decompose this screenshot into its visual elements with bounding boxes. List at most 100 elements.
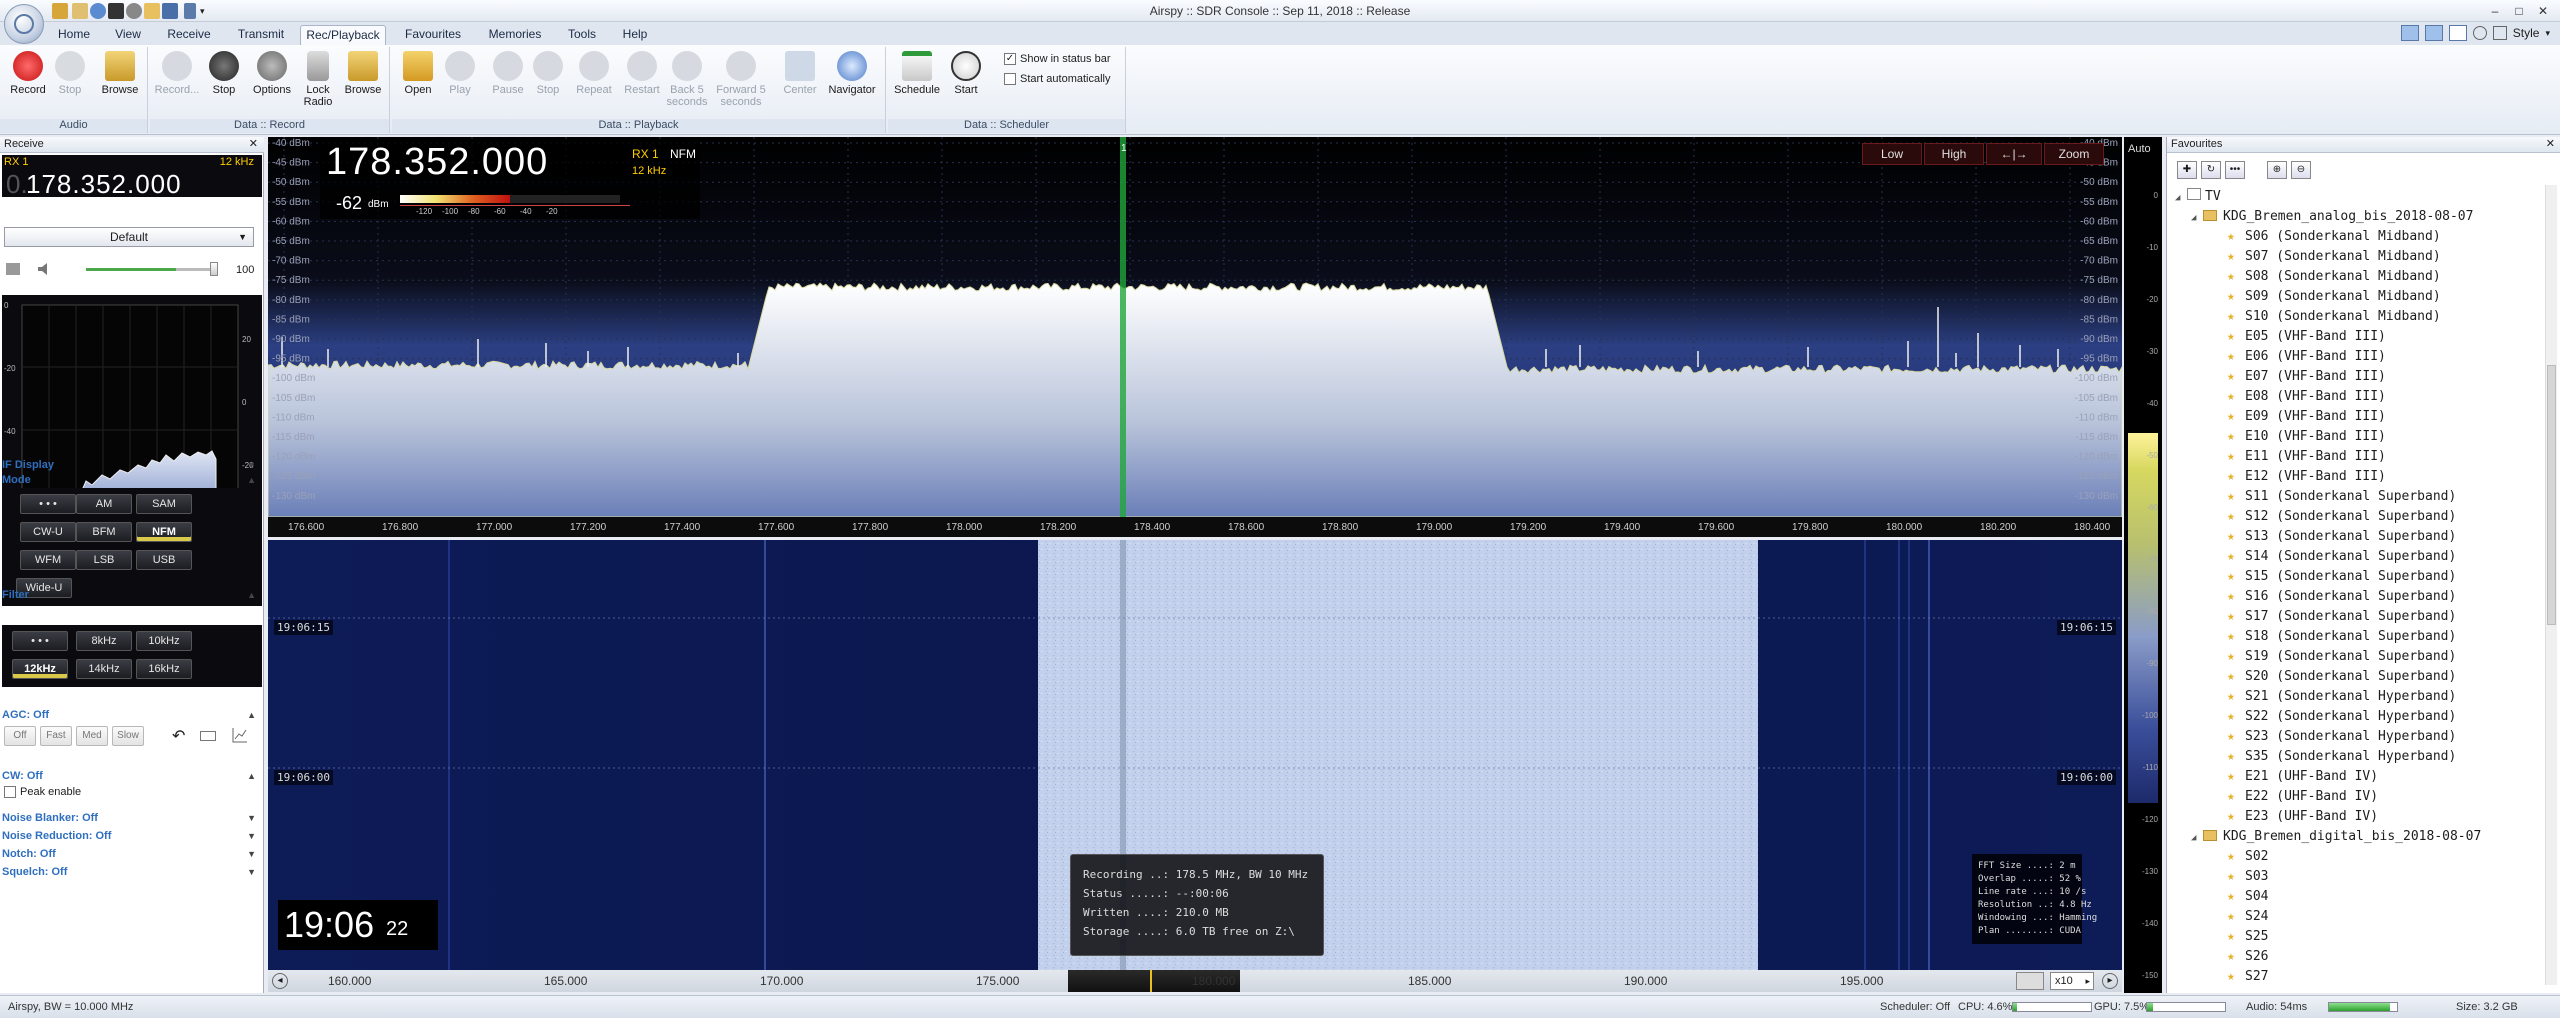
frequency-display[interactable]: RX 1 12 kHz 0. 178.352.000 xyxy=(2,155,262,199)
volume-slider-handle[interactable] xyxy=(210,262,218,276)
filter-16khz-button[interactable]: 16kHz xyxy=(136,659,192,679)
tab-memories[interactable]: Memories xyxy=(482,25,548,45)
info-icon[interactable] xyxy=(2472,26,2487,40)
play-button[interactable]: Play xyxy=(442,51,478,96)
mode-more-button[interactable]: • • • xyxy=(20,494,76,514)
window-icon[interactable] xyxy=(200,731,216,741)
favourite-folder[interactable]: ◢ KDG_Bremen_digital_bis_2018-08-07 xyxy=(2191,827,2481,847)
peak-enable-checkbox[interactable]: Peak enable xyxy=(4,786,81,798)
mode-usb-button[interactable]: USB xyxy=(136,550,192,570)
layout-3-icon[interactable] xyxy=(2448,25,2467,41)
data-record-button[interactable]: Record... xyxy=(154,51,200,96)
scheduler-start-button[interactable]: Start xyxy=(948,51,984,96)
tab-view[interactable]: View xyxy=(108,25,148,45)
zoom-in-icon[interactable]: ⊕ xyxy=(2267,161,2287,179)
tab-home[interactable]: Home xyxy=(52,25,96,45)
chart-icon[interactable] xyxy=(232,727,248,743)
more-button[interactable]: ••• xyxy=(2225,161,2245,179)
meter-icon[interactable] xyxy=(6,263,20,275)
undo-icon[interactable]: ↶ xyxy=(172,726,192,746)
favourite-item[interactable]: ★ S02 xyxy=(2227,847,2268,867)
audio-browse-button[interactable]: Browse xyxy=(96,51,144,96)
favourite-item[interactable]: ★ S20 (Sonderkanal Superband) xyxy=(2227,667,2456,687)
favourite-item[interactable]: ★ E21 (UHF-Band IV) xyxy=(2227,767,2378,787)
maximize-button[interactable]: □ xyxy=(2508,2,2530,20)
waterfall-level-scale[interactable]: Auto 0 -10 -20 -30 -40 -50 -60 -70 -80 -90 -100 -11… xyxy=(2124,137,2162,993)
favourite-item[interactable]: ★ E11 (VHF-Band III) xyxy=(2227,447,2386,467)
favourite-item[interactable]: ★ S04 xyxy=(2227,887,2268,907)
favourite-item[interactable]: ★ S06 (Sonderkanal Midband) xyxy=(2227,227,2441,247)
lock-radio-button[interactable]: Lock Radio xyxy=(300,51,336,108)
favourite-item[interactable]: ★ S03 xyxy=(2227,867,2268,887)
tab-transmit[interactable]: Transmit xyxy=(230,25,292,45)
agc-fast-button[interactable]: Fast xyxy=(40,726,72,746)
layout-2-icon[interactable] xyxy=(2424,25,2443,41)
data-browse-button[interactable]: Browse xyxy=(340,51,386,96)
filter-more-button[interactable]: • • • xyxy=(12,631,68,651)
favourite-item[interactable]: ★ S16 (Sonderkanal Superband) xyxy=(2227,587,2456,607)
screenshot-icon[interactable] xyxy=(2016,972,2044,990)
volume-slider[interactable] xyxy=(86,268,216,271)
mode-nfm-button[interactable]: NFM xyxy=(136,522,192,542)
notch-section[interactable]: Notch: Off ▼ xyxy=(2,847,262,861)
cw-section[interactable]: CW: Off ▲ xyxy=(2,769,262,783)
filter-section[interactable]: Filter ▲ xyxy=(2,588,262,602)
close-icon[interactable]: ✕ xyxy=(249,137,258,152)
favourite-item[interactable]: ★ E10 (VHF-Band III) xyxy=(2227,427,2386,447)
tab-favourites[interactable]: Favourites xyxy=(396,25,470,45)
favourite-item[interactable]: ★ S22 (Sonderkanal Hyperband) xyxy=(2227,707,2456,727)
playback-stop-button[interactable]: Stop xyxy=(530,51,566,96)
auto-button[interactable]: Auto xyxy=(2128,143,2151,155)
favourite-item[interactable]: ★ S13 (Sonderkanal Superband) xyxy=(2227,527,2456,547)
tab-tools[interactable]: Tools xyxy=(560,25,604,45)
schedule-button[interactable]: Schedule xyxy=(890,51,944,96)
favourite-item[interactable]: ★ S26 xyxy=(2227,947,2268,967)
agc-section[interactable]: AGC: Off ▲ xyxy=(2,708,262,722)
favourite-item[interactable]: ★ S17 (Sonderkanal Superband) xyxy=(2227,607,2456,627)
minimize-button[interactable]: – xyxy=(2484,2,2506,20)
mode-lsb-button[interactable]: LSB xyxy=(76,550,132,570)
mode-wfm-button[interactable]: WFM xyxy=(20,550,76,570)
checkbox-checked[interactable]: ✓ xyxy=(1004,53,1016,65)
favourite-item[interactable]: ★ E08 (VHF-Band III) xyxy=(2227,387,2386,407)
back-5-seconds-button[interactable]: Back 5 seconds xyxy=(664,51,710,108)
favourite-item[interactable]: ★ S19 (Sonderkanal Superband) xyxy=(2227,647,2456,667)
favourite-item[interactable]: ★ E09 (VHF-Band III) xyxy=(2227,407,2386,427)
close-button[interactable]: ✕ xyxy=(2532,2,2554,20)
audio-record-button[interactable]: Record xyxy=(8,51,48,96)
mode-sam-button[interactable]: SAM xyxy=(136,494,192,514)
favourite-item[interactable]: ★ S23 (Sonderkanal Hyperband) xyxy=(2227,727,2456,747)
scrollbar[interactable] xyxy=(2545,185,2557,985)
close-icon[interactable]: ✕ xyxy=(2546,137,2555,152)
favourite-item[interactable]: ★ S35 (Sonderkanal Hyperband) xyxy=(2227,747,2456,767)
mode-bfm-button[interactable]: BFM xyxy=(76,522,132,542)
data-stop-button[interactable]: Stop xyxy=(206,51,242,96)
add-favourite-button[interactable]: ✚ xyxy=(2177,161,2197,179)
checkbox-unchecked[interactable] xyxy=(1004,73,1016,85)
show-in-status-bar-checkbox[interactable]: ✓ Show in status bar xyxy=(1004,53,1111,65)
style-dropdown-icon[interactable]: ▾ xyxy=(2545,28,2550,39)
mode-section[interactable]: Mode ▲ xyxy=(2,473,262,487)
filter-8khz-button[interactable]: 8kHz xyxy=(76,631,132,651)
favourite-item[interactable]: ★ E22 (UHF-Band IV) xyxy=(2227,787,2378,807)
scroll-right-button[interactable]: ▸ xyxy=(2102,973,2118,989)
tab-receive[interactable]: Receive xyxy=(160,25,218,45)
mode-cw-u-button[interactable]: CW-U xyxy=(20,522,76,542)
favourite-item[interactable]: ★ S09 (Sonderkanal Midband) xyxy=(2227,287,2441,307)
open-button[interactable]: Open xyxy=(396,51,440,96)
color-palette-bar[interactable] xyxy=(2128,433,2158,803)
favourite-item[interactable]: ★ S12 (Sonderkanal Superband) xyxy=(2227,507,2456,527)
if-display-section[interactable]: IF Display ▼ xyxy=(2,458,262,472)
vfo-marker[interactable] xyxy=(1120,137,1126,517)
restart-button[interactable]: Restart xyxy=(620,51,664,96)
tree-root[interactable]: ◢ TV xyxy=(2175,187,2221,207)
favourite-item[interactable]: ★ S21 (Sonderkanal Hyperband) xyxy=(2227,687,2456,707)
filter-14khz-button[interactable]: 14kHz xyxy=(76,659,132,679)
checkbox-unchecked[interactable] xyxy=(4,786,16,798)
forward-5-seconds-button[interactable]: Forward 5 seconds xyxy=(712,51,770,108)
filter-10khz-button[interactable]: 10kHz xyxy=(136,631,192,651)
favourite-item[interactable]: ★ S25 xyxy=(2227,927,2268,947)
favourite-item[interactable]: ★ E23 (UHF-Band IV) xyxy=(2227,807,2378,827)
filter-12khz-button[interactable]: 12kHz xyxy=(12,659,68,679)
favourite-item[interactable]: ★ S07 (Sonderkanal Midband) xyxy=(2227,247,2441,267)
